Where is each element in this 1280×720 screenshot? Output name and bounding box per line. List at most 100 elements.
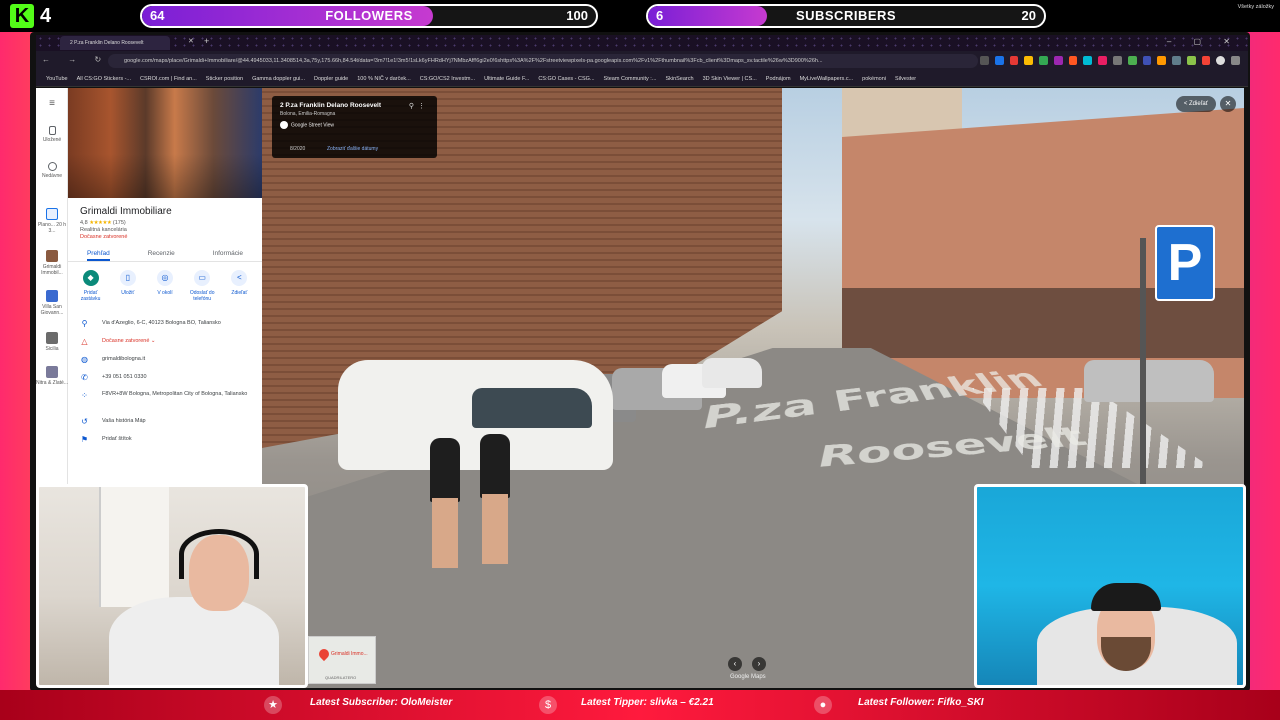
- bookmark-item[interactable]: Sticker position: [206, 76, 243, 82]
- bookmark-item[interactable]: pokémoni: [862, 76, 886, 82]
- plus-code-row[interactable]: ⁘ F8VR+8W Bologna, Metropolitan City of B…: [68, 386, 262, 412]
- extension-icon[interactable]: [1186, 56, 1196, 65]
- browser-tab[interactable]: 2 P.za Franklin Delano Roosevelt: [60, 36, 170, 50]
- bookmark-item[interactable]: Steam Community :...: [604, 76, 657, 82]
- chevron-right-icon[interactable]: ›: [752, 657, 766, 671]
- history-row[interactable]: ↺ Vaša história Máp: [68, 412, 262, 430]
- extension-icon[interactable]: [1127, 56, 1137, 65]
- extension-icon[interactable]: [1068, 56, 1078, 65]
- profile-avatar[interactable]: [1216, 56, 1226, 65]
- extension-icon[interactable]: [1098, 56, 1107, 65]
- bookmark-item[interactable]: CS:GO Cases - CSG...: [538, 76, 594, 82]
- share-button[interactable]: < Zdieľať: [222, 270, 256, 302]
- chevron-down-icon: ⌄: [150, 338, 156, 344]
- website-text: grimaldibologna.it: [102, 356, 146, 362]
- nearby-button[interactable]: ◎ V okolí: [148, 270, 182, 302]
- all-bookmarks-link[interactable]: Všetky záložky: [1238, 4, 1274, 10]
- extension-icon[interactable]: [1172, 56, 1181, 65]
- parked-car: [702, 358, 762, 388]
- bookmark-item[interactable]: 3D Skin Viewer | CS...: [703, 76, 757, 82]
- tab-about[interactable]: Informácie: [213, 248, 243, 261]
- bookmark-item[interactable]: CS:GO/CS2 Investm...: [420, 76, 475, 82]
- extension-icon[interactable]: [979, 56, 989, 65]
- place-thumbnail-icon: [46, 366, 58, 378]
- bookmark-item[interactable]: Doppler guide: [314, 76, 348, 82]
- close-icon[interactable]: ✕: [1220, 96, 1236, 112]
- rail-item-label: Uložené: [42, 137, 62, 143]
- rail-item-recent-place[interactable]: Sicilia: [36, 332, 68, 352]
- website-row[interactable]: ◍ grimaldibologna.it: [68, 350, 262, 368]
- add-stop-button[interactable]: ◆ Pridať zastávku: [74, 270, 108, 302]
- card-source: Google Street View: [280, 121, 429, 129]
- bookmark-item[interactable]: All CS:GO Stickers -...: [77, 76, 131, 82]
- rail-item-recent-place[interactable]: Nitra & Zlaté...: [36, 366, 68, 386]
- bookmark-item[interactable]: SkinSearch: [665, 76, 693, 82]
- pedestrian: [430, 438, 460, 502]
- map-pin-icon: [316, 646, 332, 662]
- card-actions[interactable]: ⚲⋮: [409, 102, 429, 110]
- extension-icon[interactable]: [1053, 56, 1063, 65]
- chevron-left-icon[interactable]: ‹: [728, 657, 742, 671]
- extension-icon[interactable]: [1157, 56, 1167, 65]
- address-row[interactable]: ⚲ Via d'Azeglio, 6-C, 40123 Bologna BO, T…: [68, 314, 262, 332]
- share-button[interactable]: < Zdieľať: [1175, 96, 1216, 112]
- pin-icon[interactable]: ⚲: [409, 103, 418, 110]
- place-category[interactable]: Realitná kancelária: [68, 226, 262, 233]
- bookmark-item[interactable]: 100 % NIČ v darček...: [357, 76, 411, 82]
- place-photo[interactable]: [68, 88, 262, 198]
- rail-item-saved[interactable]: Uložené: [36, 126, 68, 143]
- bookmark-item[interactable]: CSROI.com | Find an...: [140, 76, 197, 82]
- parking-sign: P: [1155, 225, 1215, 301]
- extension-icon[interactable]: [1112, 56, 1122, 65]
- tab-close-icon[interactable]: ✕: [188, 37, 194, 45]
- hours-row[interactable]: △ Dočasne zatvorené ⌄: [68, 332, 262, 350]
- menu-icon[interactable]: ≡: [36, 98, 68, 109]
- extension-icon[interactable]: [1009, 56, 1019, 65]
- bookmark-item[interactable]: Gamma doppler gui...: [252, 76, 305, 82]
- bookmark-item[interactable]: Ultimate Guide F...: [484, 76, 529, 82]
- tab-title: 2 P.za Franklin Delano Roosevelt: [70, 40, 144, 46]
- place-thumbnail-icon: [46, 250, 58, 262]
- send-to-phone-button[interactable]: ▭ Odoslať do telefónu: [185, 270, 219, 302]
- window-controls[interactable]: – ▢ ✕: [1167, 37, 1240, 46]
- tab-overview[interactable]: Prehľad: [86, 248, 110, 261]
- rail-item-recent-place[interactable]: Plano... 20 h 3...: [36, 208, 68, 234]
- pedestrian-legs: [432, 498, 458, 568]
- rail-item-recent[interactable]: Nedávne: [36, 162, 68, 179]
- followers-target: 100: [566, 8, 588, 23]
- save-button[interactable]: ▯ Uložiť: [111, 270, 145, 302]
- address-bar[interactable]: google.com/maps/place/Grimaldi+Immobilia…: [108, 54, 978, 68]
- action-label: Pridať zastávku: [80, 290, 101, 302]
- extension-icon[interactable]: [1201, 56, 1211, 65]
- label-row[interactable]: ⚑ Pridať štítok: [68, 430, 262, 448]
- extension-icon[interactable]: [1083, 56, 1093, 65]
- extension-icon[interactable]: [1142, 56, 1152, 65]
- extension-icon[interactable]: [994, 56, 1004, 65]
- phone-row[interactable]: ✆ +39 051 051 0330: [68, 368, 262, 386]
- event-ticker: ★ Latest Subscriber: OloMeister $ Latest…: [0, 690, 1280, 720]
- browser-toolbar: ← → ↻ ⌂ google.com/maps/place/Grimaldi+I…: [36, 51, 1248, 71]
- rail-item-label: Villa San Giovann...: [40, 304, 64, 316]
- extension-icon[interactable]: [1039, 56, 1048, 65]
- mini-map[interactable]: Grimaldi Immo... QUADRILATERO: [308, 636, 376, 684]
- new-tab-icon[interactable]: +: [204, 36, 209, 46]
- bookmark-item[interactable]: MyLiveWallpapers.c...: [800, 76, 854, 82]
- bookmark-item[interactable]: YouTube: [46, 76, 68, 82]
- extension-icon[interactable]: [1024, 56, 1034, 65]
- warning-icon: △: [81, 337, 88, 346]
- rail-item-recent-place[interactable]: Villa San Giovann...: [36, 290, 68, 316]
- rail-item-recent-place[interactable]: Grimaldi Immobil...: [36, 250, 68, 276]
- menu-icon[interactable]: [1231, 56, 1240, 65]
- more-vert-icon[interactable]: ⋮: [418, 103, 429, 110]
- extension-icons[interactable]: [979, 56, 1240, 66]
- place-rating[interactable]: 4,8 ★★★★★ (175): [68, 217, 262, 226]
- rail-item-label: Grimaldi Immobil...: [41, 264, 63, 276]
- tab-reviews[interactable]: Recenzie: [148, 248, 175, 261]
- bookmark-item[interactable]: Silvester: [895, 76, 916, 82]
- pedestrian-legs: [482, 494, 508, 564]
- location-pin-icon: ⚲: [81, 319, 88, 328]
- place-actions: ◆ Pridať zastávku ▯ Uložiť ◎ V okolí ▭ Odosl…: [68, 262, 262, 302]
- bookmark-item[interactable]: Podnájom: [766, 76, 791, 82]
- more-dates-link[interactable]: Zobraziť ďalšie dátumy: [327, 146, 378, 152]
